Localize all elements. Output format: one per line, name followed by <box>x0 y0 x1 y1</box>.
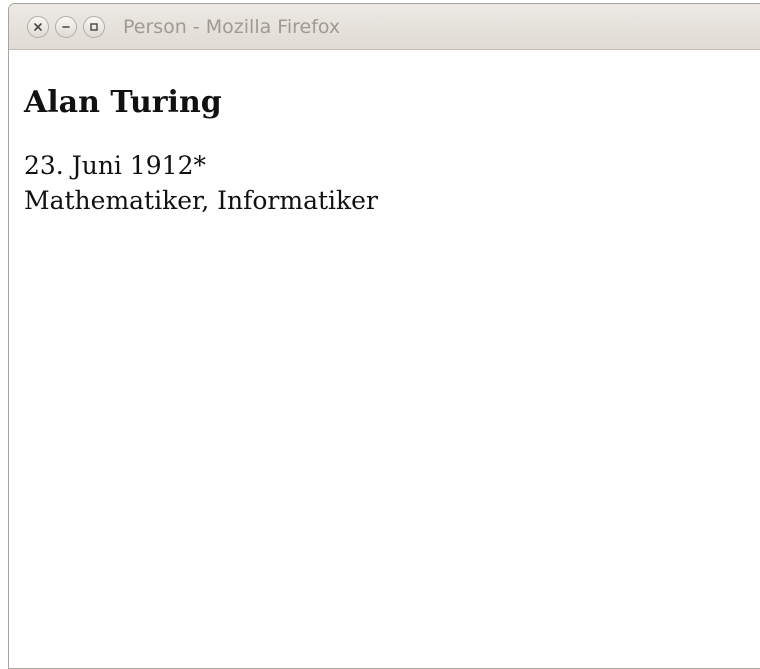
close-icon <box>34 22 42 31</box>
minimize-icon <box>62 25 70 28</box>
page-content: Alan Turing 23. Juni 1912* Mathematiker,… <box>9 50 760 218</box>
person-name: Alan Turing <box>24 85 222 120</box>
birth-date: 23. Juni 1912* <box>24 151 206 180</box>
minimize-button[interactable] <box>55 15 77 38</box>
close-button[interactable] <box>27 15 49 38</box>
title-bar[interactable]: Person - Mozilla Firefox <box>9 4 760 50</box>
browser-window: Person - Mozilla Firefox Alan Turing 23.… <box>8 3 760 669</box>
window-title: Person - Mozilla Firefox <box>123 15 341 38</box>
maximize-icon <box>90 22 98 31</box>
maximize-button[interactable] <box>83 15 105 38</box>
profession: Mathematiker, Informatiker <box>24 186 378 215</box>
